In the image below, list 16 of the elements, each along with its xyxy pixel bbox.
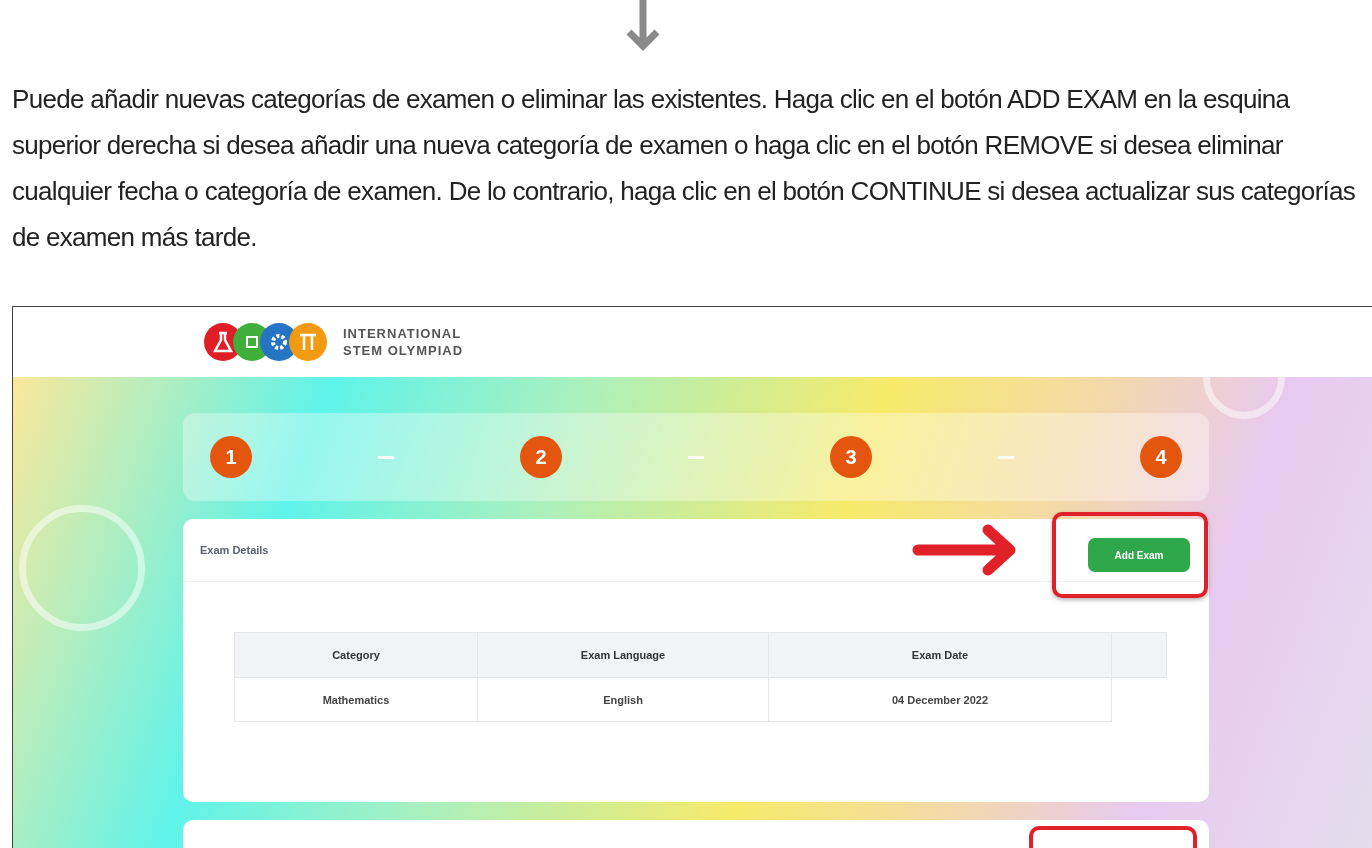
down-arrow-icon [625,0,661,52]
step-number: 3 [830,436,872,478]
logo-icon [203,322,329,362]
table-cell: English [477,677,769,722]
step-number: 2 [520,436,562,478]
card-title: Exam Details [200,544,270,556]
column-header: Category [234,632,478,678]
step-number: 1 [210,436,252,478]
column-header: Exam Date [768,632,1112,678]
step-number: 4 [1140,436,1182,478]
add-exam-button[interactable]: Add Exam [1088,538,1190,572]
column-header: Exam Language [477,632,769,678]
table-cell: 04 December 2022 [768,677,1112,722]
instruction-text: Puede añadir nuevas categorías de examen o eliminar las existentes. Haga clic en el botón ADD EXAM en la esquina superior derecha si desea añadir una nueva categoría de examen o haga clic en el botón REMOVE si desea eliminar cualquier fecha o categoría de examen. De lo contrario, haga clic en el botón CONTINUE si desea actualizar sus categorías de examen más tarde. [12,83,1357,254]
logo-text: INTERNATIONAL STEM OLYMPIAD [343,325,464,359]
table-cell: Mathematics [234,677,478,722]
